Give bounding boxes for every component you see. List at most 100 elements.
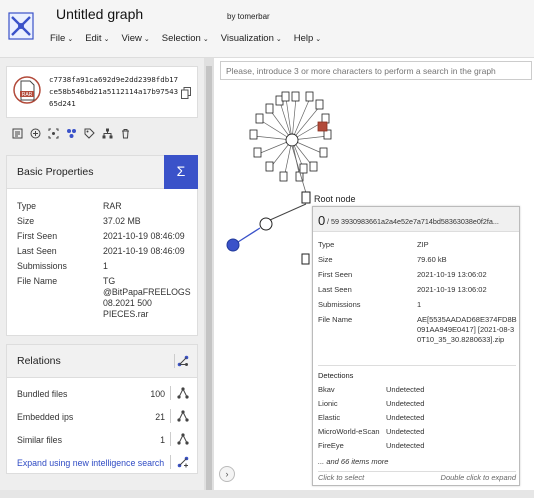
menu-visualization[interactable]: Visualization ⌄ bbox=[221, 33, 282, 44]
relation-graph-icon[interactable] bbox=[177, 410, 189, 422]
expand-intelligence-row[interactable]: Expand using new intelligence search bbox=[17, 455, 193, 480]
relation-count: 1 bbox=[160, 435, 165, 445]
card-title: Basic Properties bbox=[17, 166, 94, 178]
tooltip-value: 2021-10-19 13:06:02 bbox=[417, 285, 487, 294]
container-node[interactable] bbox=[259, 217, 273, 231]
delete-icon[interactable] bbox=[120, 128, 131, 139]
tooltip-value: 1 bbox=[417, 300, 422, 309]
tooltip-key: First Seen bbox=[318, 270, 353, 279]
tooltip-value: 79.60 kB bbox=[417, 255, 447, 264]
copy-icon[interactable] bbox=[181, 87, 191, 99]
tooltip-header: 0 / 59 3930983661a2a4e52e7a714bd58363038… bbox=[313, 207, 519, 232]
prop-key: Last Seen bbox=[17, 246, 57, 256]
app-header: Untitled graph by tomerbar File ⌄ Edit ⌄ V… bbox=[0, 0, 534, 58]
graph-title[interactable]: Untitled graph bbox=[56, 6, 143, 22]
rar-file-icon: RAR bbox=[13, 76, 41, 104]
tag-icon[interactable] bbox=[84, 128, 95, 139]
tooltip-value: AE[5535AADAD68E374FD8B091AA949E0417] [20… bbox=[417, 315, 517, 344]
prop-key: Type bbox=[17, 201, 37, 211]
tooltip-key: Last Seen bbox=[318, 285, 352, 294]
node-tooltip: 0 / 59 3930983661a2a4e52e7a714bd58363038… bbox=[312, 206, 520, 486]
relation-count: 21 bbox=[155, 412, 165, 422]
graph-expand-icon[interactable] bbox=[177, 355, 189, 367]
expand-intelligence-link[interactable]: Expand using new intelligence search bbox=[17, 458, 164, 468]
menu-view[interactable]: View ⌄ bbox=[121, 33, 149, 44]
file-hash-box: RAR c7738fa91ca692d9e2dd2398fdb17ce58b54… bbox=[6, 66, 198, 118]
menu-bar: File ⌄ Edit ⌄ View ⌄ Selection ⌄ Visualizati… bbox=[50, 33, 333, 44]
author-byline: by tomerbar bbox=[227, 12, 270, 21]
chevron-down-icon: ⌄ bbox=[143, 36, 150, 43]
relation-row[interactable]: Similar files 1 bbox=[17, 432, 193, 457]
scrollbar-thumb[interactable] bbox=[206, 66, 212, 496]
relation-label: Bundled files bbox=[17, 389, 68, 399]
card-title: Relations bbox=[17, 355, 61, 367]
relation-row[interactable]: Bundled files 100 bbox=[17, 386, 193, 411]
cluster-icon[interactable] bbox=[66, 128, 77, 139]
prop-key: Size bbox=[17, 216, 35, 226]
menu-help[interactable]: Help ⌄ bbox=[294, 33, 321, 44]
collapse-panel-button[interactable]: › bbox=[219, 466, 235, 482]
divider bbox=[170, 409, 171, 423]
app-logo-icon bbox=[8, 12, 34, 40]
prop-value: TG @BitPapaFREELOGS 08.2021 500 PIECES.r… bbox=[103, 276, 191, 319]
tooltip-value: ZIP bbox=[417, 240, 429, 249]
prop-value: 1 bbox=[103, 261, 108, 271]
tooltip-key: Submissions bbox=[318, 300, 361, 309]
svg-text:RAR: RAR bbox=[22, 92, 33, 98]
menu-file[interactable]: File ⌄ bbox=[50, 33, 73, 44]
ip-edge bbox=[237, 227, 261, 243]
prop-key: First Seen bbox=[17, 231, 58, 241]
prop-value: 37.02 MB bbox=[103, 216, 141, 226]
prop-value: 2021-10-19 08:46:09 bbox=[103, 231, 185, 241]
relation-row[interactable]: Embedded ips 21 bbox=[17, 409, 193, 434]
prop-value: 2021-10-19 08:46:09 bbox=[103, 246, 185, 256]
score-and-hash: / 59 3930983661a2a4e52e7a714bd58363038e0… bbox=[327, 217, 499, 226]
divider bbox=[170, 432, 171, 446]
prop-key: File Name bbox=[17, 276, 58, 286]
detection-score: 0 bbox=[318, 213, 326, 228]
edge-root-to-container bbox=[269, 203, 307, 221]
tooltip-value: 2021-10-19 13:06:02 bbox=[417, 270, 487, 279]
root-node-label: Root node bbox=[314, 194, 356, 204]
hierarchy-icon[interactable] bbox=[102, 128, 113, 139]
detection-row: Lionic Undetected bbox=[318, 399, 425, 408]
summary-icon[interactable] bbox=[12, 128, 23, 139]
tooltip-key: File Name bbox=[318, 315, 353, 324]
expand-icon[interactable] bbox=[48, 128, 59, 139]
sigma-button[interactable]: Σ bbox=[164, 155, 198, 189]
prop-value: RAR bbox=[103, 201, 122, 211]
chevron-down-icon: ⌄ bbox=[275, 36, 282, 43]
detection-row: FireEye Undetected bbox=[318, 441, 425, 450]
menu-selection[interactable]: Selection ⌄ bbox=[162, 33, 209, 44]
chevron-down-icon: ⌄ bbox=[103, 36, 110, 43]
node-toolbar bbox=[12, 128, 131, 139]
relation-label: Similar files bbox=[17, 435, 62, 445]
chevron-down-icon: ⌄ bbox=[315, 36, 322, 43]
intelligence-search-icon[interactable] bbox=[177, 456, 189, 468]
tooltip-footer: Click to select Double click to expand bbox=[313, 471, 519, 485]
divider bbox=[174, 354, 175, 368]
selected-zip-node[interactable] bbox=[301, 253, 310, 265]
relation-graph-icon[interactable] bbox=[177, 433, 189, 445]
add-icon[interactable] bbox=[30, 128, 41, 139]
divider bbox=[170, 386, 171, 400]
graph-canvas[interactable]: Root node 0 / 59 3930983661a2a4e52e7a714… bbox=[214, 58, 534, 498]
bottom-scrollbar[interactable] bbox=[0, 490, 534, 498]
footer-hint-expand: Double click to expand bbox=[440, 473, 516, 482]
chevron-down-icon: ⌄ bbox=[67, 36, 74, 43]
relations-card: Relations Bundled files 100 Embedded ips… bbox=[6, 344, 198, 474]
cluster-hub-node[interactable] bbox=[285, 133, 299, 147]
chevron-down-icon: ⌄ bbox=[202, 36, 209, 43]
prop-key: Submissions bbox=[17, 261, 67, 271]
card-header: Basic Properties Σ bbox=[7, 155, 198, 189]
menu-edit[interactable]: Edit ⌄ bbox=[85, 33, 109, 44]
file-hash[interactable]: c7738fa91ca692d9e2dd2398fdb17ce58b546bd2… bbox=[49, 74, 179, 110]
footer-hint-select: Click to select bbox=[318, 473, 365, 482]
panel-scrollbar[interactable] bbox=[204, 58, 214, 498]
tooltip-key: Type bbox=[318, 240, 335, 249]
relation-graph-icon[interactable] bbox=[177, 387, 189, 399]
divider bbox=[318, 365, 516, 366]
divider bbox=[170, 455, 171, 469]
root-node[interactable] bbox=[301, 191, 311, 204]
ip-cluster-node[interactable] bbox=[226, 238, 240, 252]
